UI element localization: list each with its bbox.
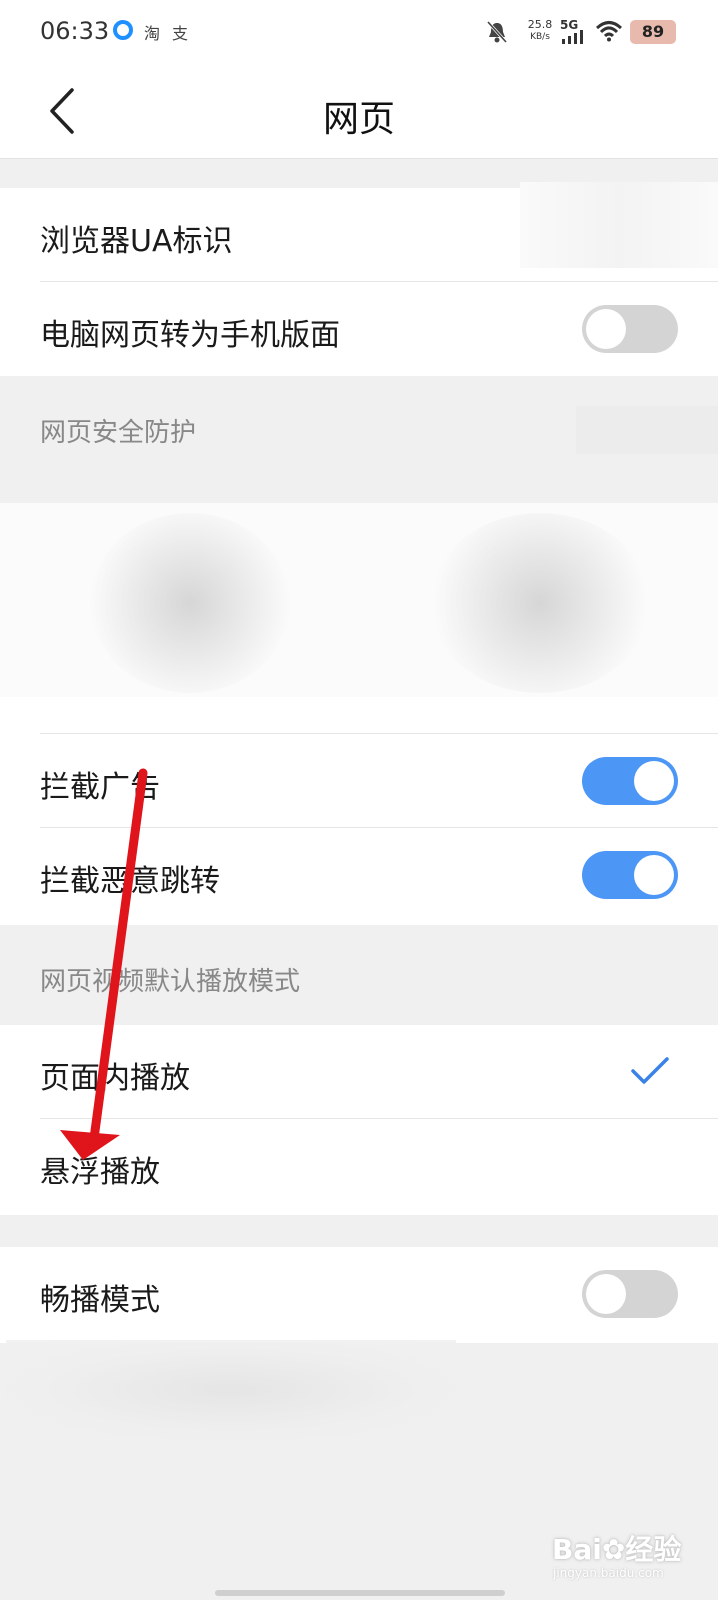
title-bar: 网页 (0, 64, 718, 159)
desktop-to-mobile-toggle[interactable] (582, 305, 678, 353)
setting-browser-ua[interactable]: 浏览器UA标识 (0, 182, 718, 282)
setting-block-redirect[interactable]: 拦截恶意跳转 (0, 828, 718, 922)
setting-block-redirect-label: 拦截恶意跳转 (40, 864, 220, 899)
block-ads-toggle[interactable] (582, 757, 678, 805)
option-inline-play-label: 页面内播放 (40, 1061, 190, 1096)
option-floating-play-label: 悬浮播放 (40, 1155, 160, 1190)
section-security-label: 网页安全防护 (40, 418, 197, 448)
blurred-content (6, 1340, 456, 1440)
blurred-shape (90, 513, 290, 693)
settings-group-smooth: 畅播模式 (0, 1247, 718, 1343)
alipay-icon: 支 (172, 24, 189, 43)
baidu-jingyan-watermark: Bai✿经验 (552, 1528, 681, 1568)
settings-group-blocking: 拦截广告 拦截恶意跳转 (0, 697, 718, 925)
watermark-brand-suffix: 经验 (625, 1533, 682, 1566)
network-speed-unit: KB/s (530, 32, 550, 42)
signal-icon (562, 30, 583, 44)
taobao-icon: 淘 (144, 24, 161, 43)
setting-browser-ua-label: 浏览器UA标识 (40, 224, 233, 259)
wifi-icon (596, 21, 622, 42)
redacted-area (576, 406, 718, 454)
block-redirect-toggle[interactable] (582, 851, 678, 899)
settings-group-video-mode: 页面内播放 悬浮播放 (0, 1025, 718, 1215)
status-time: 06:33 (40, 17, 110, 45)
section-header-security: 网页安全防护 (0, 376, 718, 476)
home-indicator[interactable] (215, 1590, 505, 1596)
network-speed: 25.8 KB/s (523, 19, 557, 43)
toggle-knob (586, 1274, 626, 1314)
status-bar: 06:33 淘 支 25.8 KB/s 5G 89 (0, 0, 718, 64)
browser-app-icon (113, 20, 133, 40)
setting-smooth-mode[interactable]: 畅播模式 (0, 1247, 718, 1341)
toggle-knob (634, 855, 674, 895)
toggle-knob (634, 761, 674, 801)
page-title: 网页 (322, 99, 395, 140)
checkmark-icon (631, 1057, 669, 1084)
watermark-brand: Bai (552, 1533, 602, 1566)
watermark-url: jingyan.baidu.com (553, 1566, 664, 1580)
setting-block-ads-label: 拦截广告 (40, 770, 160, 805)
smooth-mode-toggle[interactable] (582, 1270, 678, 1318)
setting-smooth-mode-label: 畅播模式 (40, 1283, 160, 1318)
blurred-content (0, 503, 718, 697)
blurred-shape (430, 513, 650, 693)
setting-block-ads[interactable]: 拦截广告 (0, 734, 718, 828)
settings-group-general: 浏览器UA标识 电脑网页转为手机版面 (0, 182, 718, 376)
paw-icon: ✿ (601, 1533, 626, 1566)
section-video-label: 网页视频默认播放模式 (40, 967, 301, 997)
battery-indicator: 89 (630, 20, 676, 44)
mute-bell-icon (486, 20, 508, 44)
redacted-value (520, 182, 718, 268)
setting-desktop-to-mobile-label: 电脑网页转为手机版面 (40, 318, 340, 353)
setting-desktop-to-mobile[interactable]: 电脑网页转为手机版面 (0, 282, 718, 376)
option-inline-play[interactable]: 页面内播放 (0, 1025, 718, 1119)
section-header-video: 网页视频默认播放模式 (0, 925, 718, 1025)
network-speed-value: 25.8 (527, 18, 553, 31)
toggle-knob (586, 309, 626, 349)
option-floating-play[interactable]: 悬浮播放 (0, 1119, 718, 1213)
